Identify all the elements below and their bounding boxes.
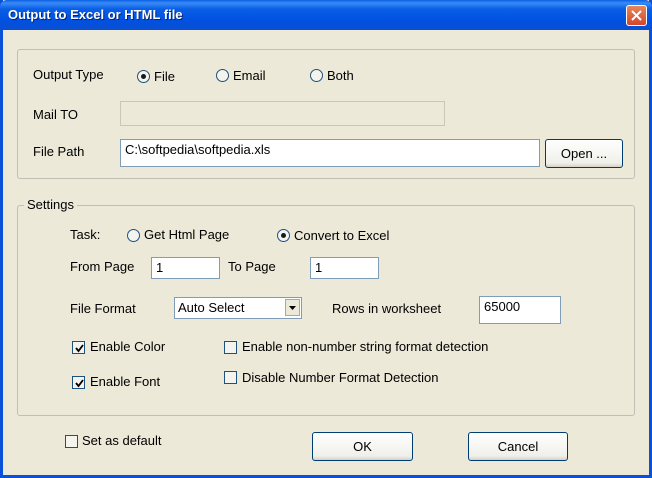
chevron-down-icon [289, 306, 296, 310]
window-title: Output to Excel or HTML file [8, 7, 183, 22]
to-page-input[interactable]: 1 [310, 257, 379, 279]
rows-in-worksheet-input[interactable]: 65000 [479, 296, 561, 324]
cancel-button[interactable]: Cancel [468, 432, 568, 461]
ok-button[interactable]: OK [312, 432, 413, 461]
dialog-window: Output to Excel or HTML file Output Type… [0, 0, 652, 478]
radio-both[interactable] [310, 69, 323, 82]
from-page-label: From Page [70, 259, 135, 274]
task-label: Task: [70, 227, 101, 242]
file-path-input[interactable]: C:\softpedia\softpedia.xls [120, 139, 540, 167]
enable-non-number-detection-label[interactable]: Enable non-number string format detectio… [242, 339, 488, 354]
radio-get-html-page-label[interactable]: Get Html Page [144, 227, 229, 242]
close-icon [631, 10, 642, 21]
close-button[interactable] [626, 5, 647, 26]
enable-font-label[interactable]: Enable Font [90, 374, 160, 389]
set-as-default-label[interactable]: Set as default [82, 433, 162, 448]
title-bar[interactable]: Output to Excel or HTML file [0, 0, 652, 30]
mail-to-label: Mail TO [33, 107, 79, 122]
disable-number-format-checkbox[interactable] [224, 371, 237, 384]
checkmark-icon [75, 379, 84, 388]
set-as-default-checkbox[interactable] [65, 435, 78, 448]
file-format-select[interactable]: Auto Select [174, 297, 302, 319]
enable-font-checkbox[interactable] [72, 376, 85, 389]
file-format-value: Auto Select [178, 300, 245, 315]
enable-color-label[interactable]: Enable Color [90, 339, 165, 354]
to-page-label: To Page [228, 259, 276, 274]
settings-legend: Settings [24, 197, 77, 212]
dropdown-arrow[interactable] [285, 299, 300, 316]
radio-get-html-page[interactable] [127, 229, 140, 242]
radio-convert-to-excel-label[interactable]: Convert to Excel [294, 228, 389, 243]
disable-number-format-label[interactable]: Disable Number Format Detection [242, 370, 439, 385]
rows-in-worksheet-label: Rows in worksheet [332, 301, 442, 316]
radio-email-label[interactable]: Email [233, 68, 266, 83]
radio-file-label[interactable]: File [154, 69, 175, 84]
enable-non-number-detection-checkbox[interactable] [224, 341, 237, 354]
enable-color-checkbox[interactable] [72, 341, 85, 354]
mail-to-input[interactable] [120, 101, 445, 126]
file-path-label: File Path [33, 144, 85, 159]
radio-convert-to-excel[interactable] [277, 229, 290, 242]
radio-file[interactable] [137, 70, 150, 83]
from-page-input[interactable]: 1 [151, 257, 220, 279]
radio-both-label[interactable]: Both [327, 68, 354, 83]
file-format-label: File Format [70, 301, 136, 316]
output-type-label: Output Type [33, 67, 104, 82]
checkmark-icon [75, 344, 84, 353]
radio-email[interactable] [216, 69, 229, 82]
open-button[interactable]: Open ... [545, 139, 623, 168]
